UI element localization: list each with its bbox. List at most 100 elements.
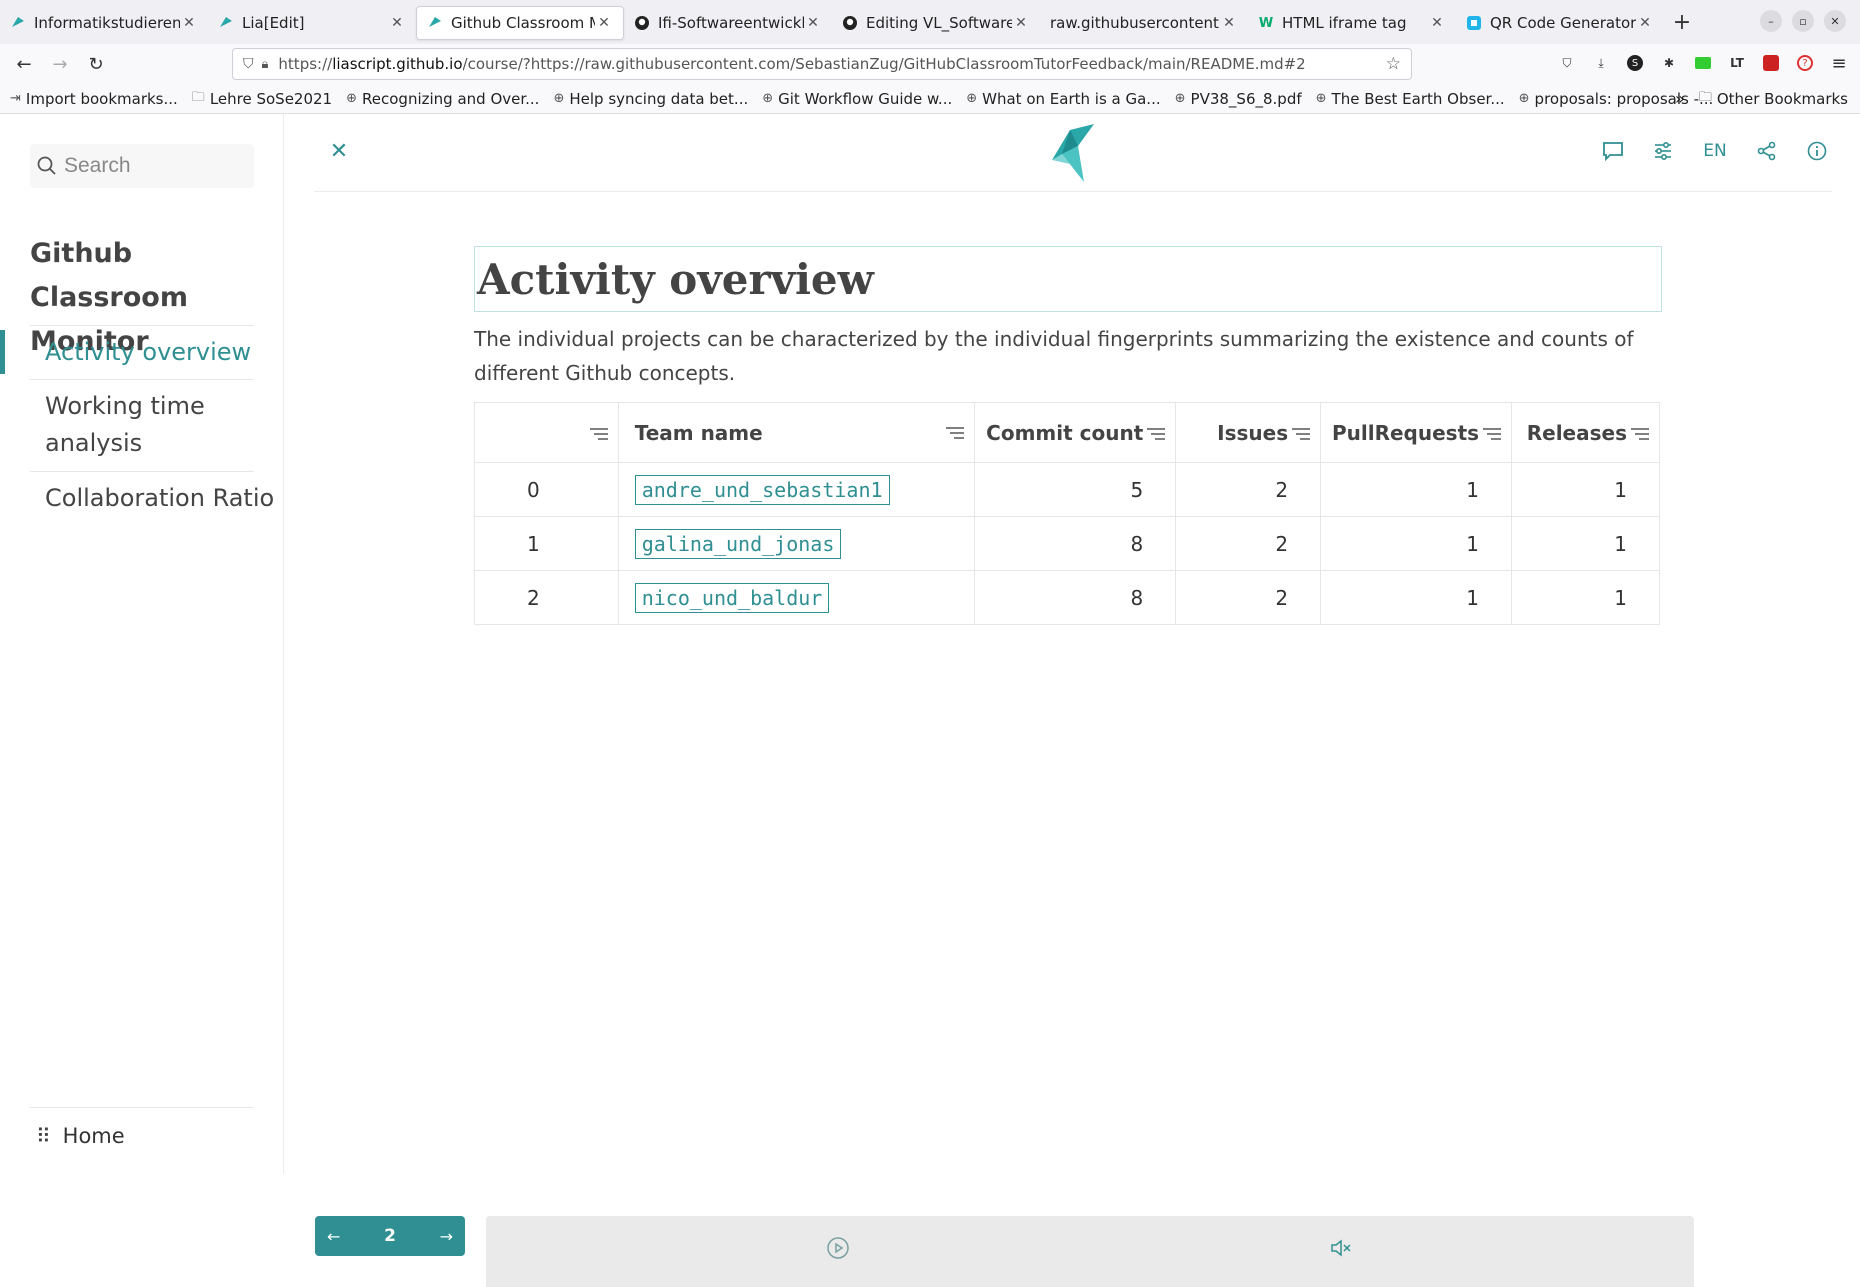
share-icon[interactable]: [1752, 136, 1782, 166]
close-sidebar-button[interactable]: ✕: [324, 136, 354, 166]
browser-tab[interactable]: Editing VL_Softwareen ✕: [832, 6, 1040, 40]
info-icon[interactable]: [1802, 136, 1832, 166]
close-window-icon[interactable]: ✕: [1824, 10, 1846, 32]
bookmark-item[interactable]: ⊕ Recognizing and Over...: [346, 90, 539, 108]
team-name-tag[interactable]: andre_und_sebastian1: [634, 474, 890, 505]
next-slide-icon[interactable]: →: [440, 1227, 453, 1246]
bookmark-label: Help syncing data bet...: [569, 89, 749, 108]
filter-icon[interactable]: [1629, 426, 1651, 442]
column-header-team-name[interactable]: Team name: [617, 402, 975, 463]
extension-help-icon[interactable]: ?: [1794, 52, 1816, 74]
extension-toolbar: ⛉ ⤓ S ✱ LT ? ≡: [1556, 52, 1850, 74]
home-label: Home: [62, 1124, 125, 1148]
browser-tab[interactable]: raw.githubusercontent.co ✕: [1040, 6, 1248, 40]
liascript-logo: [1052, 124, 1094, 182]
team-name-tag[interactable]: nico_und_baldur: [634, 582, 830, 613]
play-icon[interactable]: [826, 1236, 850, 1260]
cell-releases: 1: [1511, 516, 1660, 571]
mute-icon[interactable]: [1330, 1236, 1354, 1260]
top-bar: ✕ EN: [314, 114, 1832, 192]
sidebar-item-activity-overview[interactable]: Activity overview: [45, 334, 275, 371]
home-button[interactable]: ⠿ Home: [36, 1124, 125, 1148]
extension-s-icon[interactable]: S: [1624, 52, 1646, 74]
chat-icon[interactable]: [1598, 136, 1628, 166]
browser-tab[interactable]: Ifi-Softwareentwicklun ✕: [624, 6, 832, 40]
lock-icon[interactable]: 🔒︎: [262, 57, 269, 72]
divider: [30, 379, 254, 380]
close-icon[interactable]: ✕: [804, 15, 822, 31]
team-name-tag[interactable]: galina_und_jonas: [634, 528, 842, 559]
tab-label: Github Classroom Moni: [451, 14, 595, 32]
column-header-index[interactable]: [474, 402, 619, 463]
other-bookmarks[interactable]: Other Bookmarks: [1717, 90, 1848, 108]
cell-issues: 2: [1175, 516, 1322, 571]
shield-icon[interactable]: ⛉: [243, 56, 254, 72]
bookmark-item[interactable]: ⊕ The Best Earth Obser...: [1316, 90, 1505, 108]
search-icon: [37, 156, 56, 175]
filter-icon[interactable]: [588, 426, 610, 442]
close-icon[interactable]: ✕: [180, 15, 198, 31]
divider: [30, 1107, 254, 1108]
bookmark-item[interactable]: ⊕ What on Earth is a Ga...: [966, 90, 1160, 108]
column-header-issues[interactable]: Issues: [1175, 402, 1322, 463]
column-header-releases[interactable]: Releases: [1511, 402, 1660, 463]
tab-label: Editing VL_Softwareen: [866, 14, 1012, 32]
active-indicator: [0, 330, 5, 374]
pocket-icon[interactable]: ⛉: [1556, 52, 1578, 74]
chevron-double-right-icon[interactable]: »: [1675, 89, 1685, 108]
import-icon: ⇥: [10, 91, 21, 106]
download-icon[interactable]: ⤓: [1590, 52, 1612, 74]
column-header-pullrequests[interactable]: PullRequests: [1320, 402, 1513, 463]
close-icon[interactable]: ✕: [1636, 15, 1654, 31]
bookmark-item[interactable]: ⊕ PV38_S6_8.pdf: [1175, 90, 1302, 108]
forward-icon[interactable]: →: [42, 48, 78, 80]
bookmark-item[interactable]: ⊕ Help syncing data bet...: [553, 90, 748, 108]
sidebar-item-working-time-analysis[interactable]: Working time analysis: [45, 388, 245, 462]
reload-icon[interactable]: ↻: [78, 48, 114, 80]
filter-icon[interactable]: [1145, 426, 1167, 442]
extension-red-icon[interactable]: [1760, 52, 1782, 74]
extension-gnome-icon[interactable]: ✱: [1658, 52, 1680, 74]
browser-tab[interactable]: W HTML iframe tag ✕: [1248, 6, 1456, 40]
toolbar-icons: EN: [1598, 136, 1832, 166]
restore-icon[interactable]: ▫: [1792, 10, 1814, 32]
bookmark-label: Lehre SoSe2021: [209, 89, 333, 108]
minimize-icon[interactable]: –: [1760, 10, 1782, 32]
extension-green-icon[interactable]: [1692, 52, 1714, 74]
new-tab-button[interactable]: +: [1664, 10, 1700, 35]
search-input[interactable]: [64, 154, 244, 178]
back-icon[interactable]: ←: [6, 48, 42, 80]
settings-sliders-icon[interactable]: [1648, 136, 1678, 166]
bookmark-item[interactable]: ⊕ Git Workflow Guide w...: [762, 90, 952, 108]
cell-commits: 8: [973, 570, 1177, 625]
browser-nav-bar: ← → ↻ ⛉ 🔒︎ https://liascript.github.io/c…: [0, 44, 1860, 84]
close-icon[interactable]: ✕: [595, 15, 613, 31]
browser-tab[interactable]: Informatikstudierende ✕: [0, 6, 208, 40]
filter-icon[interactable]: [1290, 426, 1312, 442]
cell-issues: 2: [1175, 462, 1322, 517]
tab-label: raw.githubusercontent.co: [1050, 14, 1220, 32]
url-bar[interactable]: ⛉ 🔒︎ https://liascript.github.io/course/…: [232, 48, 1412, 80]
search-box[interactable]: [30, 144, 254, 188]
star-icon[interactable]: ☆: [1386, 54, 1401, 74]
globe-icon: ⊕: [966, 91, 978, 106]
close-icon[interactable]: ✕: [1012, 15, 1030, 31]
close-icon[interactable]: ✕: [388, 15, 406, 31]
menu-icon[interactable]: ≡: [1828, 52, 1850, 74]
language-button[interactable]: EN: [1698, 136, 1732, 166]
column-header-commit-count[interactable]: Commit count: [973, 402, 1177, 463]
browser-tab[interactable]: QR Code Generator | K ✕: [1456, 6, 1664, 40]
extension-lt-icon[interactable]: LT: [1726, 52, 1748, 74]
prev-slide-icon[interactable]: ←: [327, 1227, 340, 1246]
bookmark-item[interactable]: ⇥ Import bookmarks...: [10, 90, 178, 108]
cell-pulls: 1: [1320, 462, 1513, 517]
sidebar-item-collaboration-ratio[interactable]: Collaboration Ratio: [45, 480, 275, 517]
tab-label: Ifi-Softwareentwicklun: [658, 14, 804, 32]
browser-tab-active[interactable]: Github Classroom Moni ✕: [416, 6, 624, 40]
browser-tab[interactable]: Lia[Edit] ✕: [208, 6, 416, 40]
bookmark-item[interactable]: 🗀︎ Lehre SoSe2021: [192, 88, 332, 110]
close-icon[interactable]: ✕: [1428, 15, 1446, 31]
filter-icon[interactable]: [1481, 426, 1503, 442]
close-icon[interactable]: ✕: [1220, 15, 1238, 31]
filter-icon[interactable]: [944, 425, 966, 441]
